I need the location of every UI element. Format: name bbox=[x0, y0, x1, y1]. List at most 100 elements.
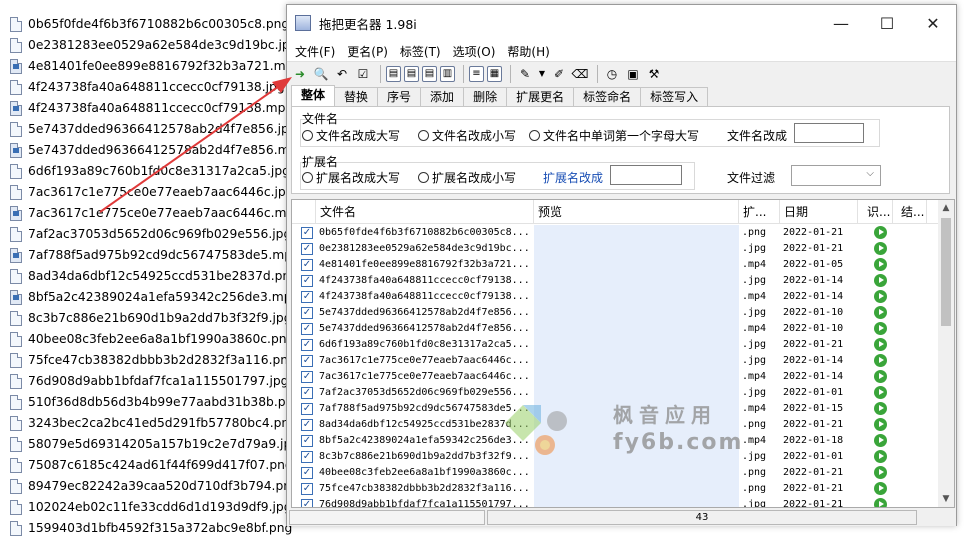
row-checkbox[interactable]: ✓ bbox=[301, 467, 313, 479]
radio-ext-upper[interactable]: 扩展名改成大写 bbox=[302, 169, 400, 186]
explorer-file-item[interactable]: 4f243738fa40a648811ccecc0cf79138.mp4 bbox=[10, 98, 293, 119]
explorer-file-item[interactable]: 5e7437dded96366412578ab2d4f7e856.mp4 bbox=[10, 140, 305, 161]
explorer-file-item[interactable]: 5e7437dded96366412578ab2d4f7e856.jpg bbox=[10, 119, 297, 140]
explorer-file-item[interactable]: 7ac3617c1e775ce0e77eaeb7aac6446c.mp4 bbox=[10, 203, 302, 224]
explorer-file-item[interactable]: 8ad34da6dbf12c54925ccd531be2837d.png bbox=[10, 266, 298, 287]
explorer-file-item[interactable]: 7af788f5ad975b92cd9dc56747583de5.mp4 bbox=[10, 245, 300, 266]
table-row[interactable]: ✓ 0e2381283ee0529a62e584de3c9d19bc... .jpg… bbox=[292, 241, 940, 257]
explorer-file-item[interactable]: 3243bec2ca2bc41ed5d291fb57780bc4.png bbox=[10, 413, 297, 434]
explorer-file-item[interactable]: 0b65f0fde4f6b3f6710882b6c00305c8.png bbox=[10, 14, 290, 35]
run-rename-icon[interactable]: ➜ bbox=[291, 65, 309, 83]
row-checkbox[interactable]: ✓ bbox=[301, 227, 313, 239]
tab-replace[interactable]: 替换 bbox=[334, 87, 379, 107]
clear-icon[interactable]: ⌫ bbox=[571, 65, 589, 83]
tab-delete[interactable]: 删除 bbox=[463, 87, 508, 107]
table-row[interactable]: ✓ 4f243738fa40a648811ccecc0cf79138... .mp4… bbox=[292, 289, 940, 305]
radio-filename-upper[interactable]: 文件名改成大写 bbox=[302, 127, 400, 144]
explorer-file-item[interactable]: 4f243738fa40a648811ccecc0cf79138.jpg bbox=[10, 77, 290, 98]
radio-filename-lower[interactable]: 文件名改成小写 bbox=[418, 127, 516, 144]
table-row[interactable]: ✓ 4f243738fa40a648811ccecc0cf79138... .jpg… bbox=[292, 273, 940, 289]
row-checkbox[interactable]: ✓ bbox=[301, 483, 313, 495]
table-row[interactable]: ✓ 4e81401fe0ee899e8816792f32b3a721... .mp4… bbox=[292, 257, 940, 273]
check-icon[interactable]: ☑ bbox=[354, 65, 372, 83]
table-row[interactable]: ✓ 5e7437dded96366412578ab2d4f7e856... .jpg… bbox=[292, 305, 940, 321]
table-row[interactable]: ✓ 5e7437dded96366412578ab2d4f7e856... .mp4… bbox=[292, 321, 940, 337]
scroll-down-icon[interactable]: ▼ bbox=[938, 491, 954, 507]
explorer-file-item[interactable]: 510f36d8db56d3b4b99e77aabd31b38b.png bbox=[10, 392, 301, 413]
row-checkbox[interactable]: ✓ bbox=[301, 259, 313, 271]
explorer-file-item[interactable]: 8bf5a2c42389024a1efa59342c256de3.mp4 bbox=[10, 287, 299, 308]
row-checkbox[interactable]: ✓ bbox=[301, 371, 313, 383]
row-checkbox[interactable]: ✓ bbox=[301, 243, 313, 255]
explorer-file-item[interactable]: 4e81401fe0ee899e8816792f32b3a721.mp4 bbox=[10, 56, 301, 77]
tab-add[interactable]: 添加 bbox=[420, 87, 465, 107]
explorer-file-item[interactable]: 7af2ac37053d5652d06c969fb029e556.jpg bbox=[10, 224, 291, 245]
row-checkbox[interactable]: ✓ bbox=[301, 291, 313, 303]
table-row[interactable]: ✓ 6d6f193a89c760b1fd0c8e31317a2ca5... .jpg… bbox=[292, 337, 940, 353]
explorer-file-item[interactable]: 1599403d1bfb4592f315a372abc9e8bf.png bbox=[10, 518, 292, 539]
tab-whole[interactable]: 整体 bbox=[291, 85, 336, 107]
explorer-file-item[interactable]: 7ac3617c1e775ce0e77eaeb7aac6446c.jpg bbox=[10, 182, 294, 203]
row-checkbox[interactable]: ✓ bbox=[301, 435, 313, 447]
maximize-button[interactable]: ☐ bbox=[864, 5, 910, 41]
row-checkbox[interactable]: ✓ bbox=[301, 499, 313, 507]
col-result[interactable]: 结... bbox=[897, 200, 927, 224]
tag-icon-4[interactable]: ▥ bbox=[440, 65, 455, 82]
row-checkbox[interactable]: ✓ bbox=[301, 355, 313, 367]
menu-rename[interactable]: 更名(P) bbox=[341, 43, 394, 60]
minimize-button[interactable]: — bbox=[818, 5, 864, 41]
report-icon[interactable]: ▦ bbox=[487, 65, 502, 82]
col-recognize[interactable]: 识... bbox=[863, 200, 893, 224]
list-icon[interactable]: ≡ bbox=[469, 65, 484, 82]
row-checkbox[interactable]: ✓ bbox=[301, 275, 313, 287]
explorer-file-item[interactable]: 75087c6185c424ad61f44f699d417f07.png bbox=[10, 455, 293, 476]
table-row[interactable]: ✓ 0b65f0fde4f6b3f6710882b6c00305c8... .png… bbox=[292, 225, 940, 241]
col-ext[interactable]: 扩... bbox=[739, 200, 780, 224]
tag-icon-3[interactable]: ▤ bbox=[422, 65, 437, 82]
explorer-file-item[interactable]: 0e2381283ee0529a62e584de3c9d19bc.jpg bbox=[10, 35, 298, 56]
explorer-file-item[interactable]: 75fce47cb38382dbbb3b2d2832f3a116.png bbox=[10, 350, 296, 371]
explorer-file-item[interactable]: 58079e5d69314205a157b19c2e7d79a9.jpg bbox=[10, 434, 299, 455]
scroll-thumb[interactable] bbox=[941, 218, 951, 326]
explorer-file-item[interactable]: 102024eb02c11fe33cdd6d1d193d9df9.jpg bbox=[10, 497, 292, 518]
tab-tag-naming[interactable]: 标签命名 bbox=[573, 87, 642, 107]
menu-options[interactable]: 选项(O) bbox=[447, 43, 502, 60]
scroll-up-icon[interactable]: ▲ bbox=[938, 200, 954, 216]
menu-tag[interactable]: 标签(T) bbox=[394, 43, 447, 60]
filename-to-input[interactable] bbox=[794, 123, 864, 143]
table-row[interactable]: ✓ 76d908d9abb1bfdaf7fca1a115501797... .jpg… bbox=[292, 497, 940, 507]
row-checkbox[interactable]: ✓ bbox=[301, 387, 313, 399]
table-row[interactable]: ✓ 7ac3617c1e775ce0e77eaeb7aac6446c... .mp4… bbox=[292, 369, 940, 385]
menu-help[interactable]: 帮助(H) bbox=[501, 43, 555, 60]
row-checkbox[interactable]: ✓ bbox=[301, 403, 313, 415]
tag-icon-2[interactable]: ▤ bbox=[404, 65, 419, 82]
explorer-file-item[interactable]: 8c3b7c886e21b690d1b9a2dd7b3f32f9.jpg bbox=[10, 308, 292, 329]
tag-icon-1[interactable]: ▤ bbox=[386, 65, 401, 82]
ext-to-input[interactable] bbox=[610, 165, 682, 185]
vertical-scrollbar[interactable]: ▲ ▼ bbox=[938, 200, 954, 507]
close-button[interactable]: ✕ bbox=[910, 5, 956, 41]
explorer-file-item[interactable]: 89479ec82242a39caa520d710df3b794.png bbox=[10, 476, 299, 497]
col-preview[interactable]: 预览 bbox=[534, 200, 739, 224]
edit-icon[interactable]: ✐ bbox=[550, 65, 568, 83]
col-filename[interactable]: 文件名 bbox=[316, 200, 534, 224]
radio-ext-lower[interactable]: 扩展名改成小写 bbox=[418, 169, 516, 186]
dropdown-arrow-icon[interactable]: ▼ bbox=[537, 65, 547, 83]
filter-dropdown[interactable]: ⌵ bbox=[791, 165, 881, 186]
row-checkbox[interactable]: ✓ bbox=[301, 323, 313, 335]
row-checkbox[interactable]: ✓ bbox=[301, 419, 313, 431]
row-checkbox[interactable]: ✓ bbox=[301, 339, 313, 351]
window-icon[interactable]: ▣ bbox=[624, 65, 642, 83]
menu-file[interactable]: 文件(F) bbox=[289, 43, 341, 60]
tab-tag-write[interactable]: 标签写入 bbox=[640, 87, 709, 107]
table-row[interactable]: ✓ 75fce47cb38382dbbb3b2d2832f3a116... .png… bbox=[292, 481, 940, 497]
search-icon[interactable]: 🔍 bbox=[312, 65, 330, 83]
title-bar[interactable]: 拖把更名器 1.98i — ☐ ✕ bbox=[287, 5, 956, 41]
tools-icon[interactable]: ⚒ bbox=[645, 65, 663, 83]
clock-icon[interactable]: ◷ bbox=[603, 65, 621, 83]
brush-icon[interactable]: ✎ bbox=[516, 65, 534, 83]
explorer-file-item[interactable]: 6d6f193a89c760b1fd0c8e31317a2ca5.jpg bbox=[10, 161, 290, 182]
table-row[interactable]: ✓ 40bee08c3feb2ee6a8a1bf1990a3860c... .png… bbox=[292, 465, 940, 481]
row-checkbox[interactable]: ✓ bbox=[301, 451, 313, 463]
tab-ext-rename[interactable]: 扩展更名 bbox=[506, 87, 575, 107]
